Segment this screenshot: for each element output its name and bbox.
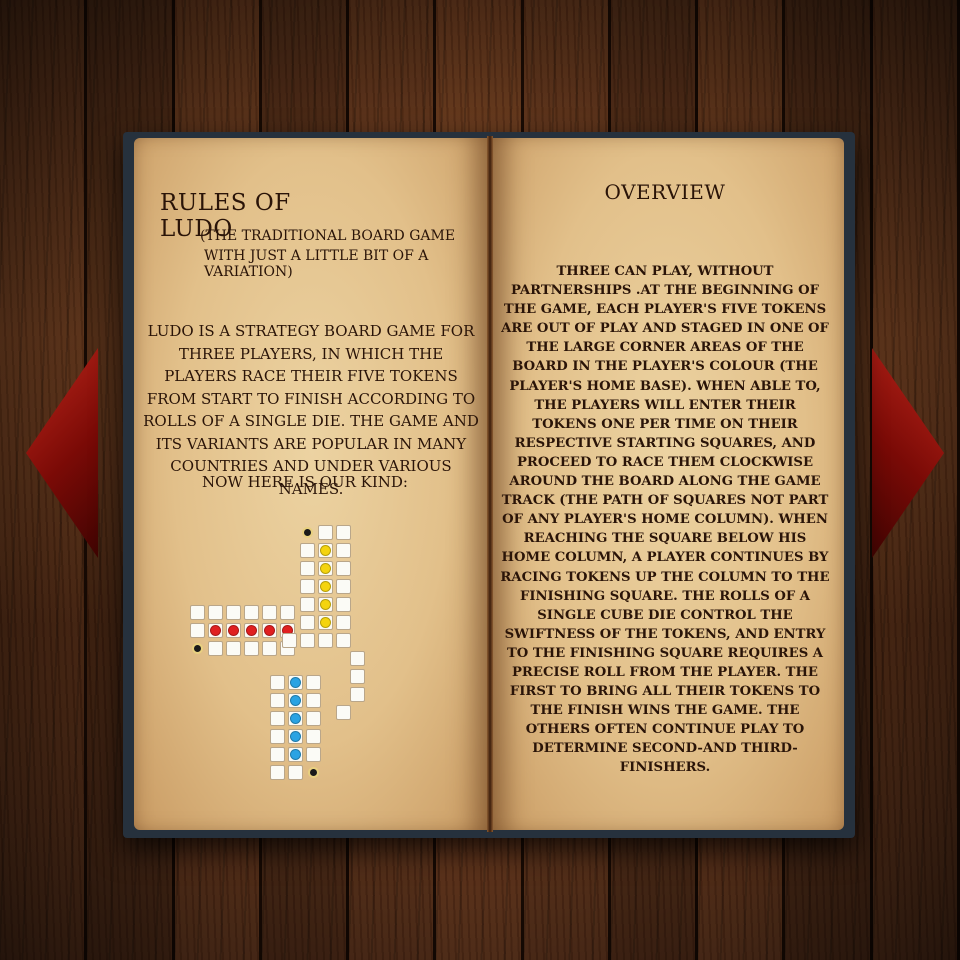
board-square bbox=[270, 729, 285, 744]
board-square bbox=[244, 641, 259, 656]
blue-token[interactable] bbox=[290, 749, 301, 760]
board-square bbox=[350, 651, 365, 666]
red-token[interactable] bbox=[264, 625, 275, 636]
red-token[interactable] bbox=[246, 625, 257, 636]
board-square bbox=[190, 623, 205, 638]
board-square bbox=[300, 579, 315, 594]
board-square bbox=[244, 605, 259, 620]
red-start-icon bbox=[192, 643, 203, 654]
board-square bbox=[288, 765, 303, 780]
board-square bbox=[208, 641, 223, 656]
board-square bbox=[280, 605, 295, 620]
board-square bbox=[306, 711, 321, 726]
red-token[interactable] bbox=[228, 625, 239, 636]
board-square bbox=[262, 641, 277, 656]
board-square bbox=[300, 597, 315, 612]
red-token[interactable] bbox=[210, 625, 221, 636]
board-square bbox=[270, 747, 285, 762]
our-kind-label: Now here is our kind: bbox=[202, 473, 408, 491]
yellow-token[interactable] bbox=[320, 563, 331, 574]
board-square bbox=[318, 525, 333, 540]
yellow-token[interactable] bbox=[320, 617, 331, 628]
ludo-board-diagram bbox=[180, 515, 380, 785]
board-square bbox=[350, 687, 365, 702]
board-square bbox=[306, 747, 321, 762]
board-square bbox=[226, 605, 241, 620]
board-square bbox=[306, 675, 321, 690]
board-square bbox=[270, 693, 285, 708]
board-square bbox=[282, 633, 297, 648]
blue-token[interactable] bbox=[290, 731, 301, 742]
blue-token[interactable] bbox=[290, 713, 301, 724]
board-square bbox=[336, 525, 351, 540]
yellow-start-icon bbox=[302, 527, 313, 538]
board-square bbox=[300, 543, 315, 558]
board-square bbox=[336, 615, 351, 630]
book-spine bbox=[487, 136, 493, 832]
board-square bbox=[270, 675, 285, 690]
board-square bbox=[262, 605, 277, 620]
yellow-token[interactable] bbox=[320, 545, 331, 556]
blue-token[interactable] bbox=[290, 695, 301, 706]
board-square bbox=[318, 633, 333, 648]
board-square bbox=[300, 615, 315, 630]
board-square bbox=[336, 543, 351, 558]
blue-start-icon bbox=[308, 767, 319, 778]
board-square bbox=[270, 711, 285, 726]
board-square bbox=[336, 597, 351, 612]
board-square bbox=[336, 633, 351, 648]
blue-token[interactable] bbox=[290, 677, 301, 688]
board-square bbox=[306, 693, 321, 708]
board-square bbox=[300, 561, 315, 576]
subtitle-line-2: with just a little bit of a variation) bbox=[204, 248, 429, 280]
board-square bbox=[208, 605, 223, 620]
yellow-token[interactable] bbox=[320, 581, 331, 592]
board-square bbox=[336, 579, 351, 594]
board-square bbox=[300, 633, 315, 648]
board-square bbox=[270, 765, 285, 780]
board-square bbox=[350, 669, 365, 684]
board-square bbox=[226, 641, 241, 656]
board-square bbox=[190, 605, 205, 620]
right-page-title: Overview bbox=[604, 180, 726, 204]
overview-paragraph: Three can play, without partnerships .At… bbox=[500, 264, 830, 776]
board-square bbox=[306, 729, 321, 744]
subtitle-line-1: (The traditional board game bbox=[200, 228, 456, 244]
yellow-token[interactable] bbox=[320, 599, 331, 610]
board-square bbox=[336, 705, 351, 720]
board-square bbox=[336, 561, 351, 576]
